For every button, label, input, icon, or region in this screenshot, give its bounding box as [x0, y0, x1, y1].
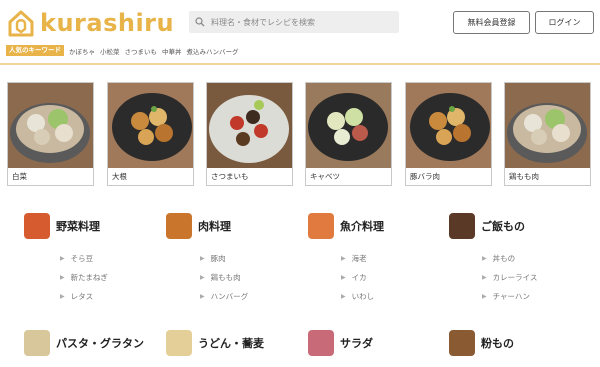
chevron-right-icon: ▶	[482, 293, 487, 300]
ingredient-card[interactable]: キャベツ	[305, 82, 392, 186]
chevron-right-icon: ▶	[341, 274, 346, 281]
search-icon	[189, 11, 211, 33]
category-title: ご飯もの	[481, 220, 525, 233]
kurashiru-logo[interactable]: kurashiru	[6, 8, 174, 38]
header-divider	[0, 63, 600, 65]
login-button[interactable]: ログイン	[535, 11, 594, 34]
register-button[interactable]: 無料会員登録	[453, 11, 530, 34]
subcategory-link[interactable]: ▶ 新たまねぎ	[60, 272, 108, 283]
keyword-list: かぼちゃ 小松菜 さつまいも 中華丼 煮込みハンバーグ	[69, 46, 244, 56]
category-seafood[interactable]: 魚介料理	[308, 213, 384, 239]
subcategory-link[interactable]: ▶ レタス	[60, 291, 93, 302]
keyword-link[interactable]: 煮込みハンバーグ	[187, 46, 239, 56]
chevron-right-icon: ▶	[60, 255, 65, 262]
category-meat[interactable]: 肉料理	[166, 213, 231, 239]
subcategory-link[interactable]: ▶ イカ	[341, 272, 367, 283]
category-thumbnail	[308, 213, 334, 239]
dish-photo	[8, 83, 93, 168]
chevron-right-icon: ▶	[482, 255, 487, 262]
category-pasta[interactable]: パスタ・グラタン	[24, 330, 144, 356]
popular-keywords-badge: 人気のキーワード	[6, 45, 64, 56]
logo-text: kurashiru	[40, 9, 175, 37]
card-label: さつまいも	[211, 172, 249, 181]
chevron-right-icon: ▶	[341, 255, 346, 262]
ingredient-card[interactable]: 豚バラ肉	[405, 82, 492, 186]
card-label: 豚バラ肉	[410, 172, 440, 181]
ingredient-card[interactable]: さつまいも	[206, 82, 293, 186]
category-thumbnail	[24, 213, 50, 239]
chevron-right-icon: ▶	[200, 293, 205, 300]
house-logo-icon	[8, 10, 34, 37]
dish-photo	[108, 83, 193, 168]
dish-photo	[207, 83, 292, 168]
category-thumbnail	[166, 330, 192, 356]
chevron-right-icon: ▶	[200, 274, 205, 281]
card-label: キャベツ	[310, 172, 340, 181]
category-thumbnail	[308, 330, 334, 356]
keyword-link[interactable]: さつまいも	[125, 46, 158, 56]
subcategory-link[interactable]: ▶ 鶏もも肉	[200, 272, 241, 283]
ingredient-card[interactable]: 鶏もも肉	[504, 82, 591, 186]
dish-photo	[306, 83, 391, 168]
subcategory-link[interactable]: ▶ カレーライス	[482, 272, 537, 283]
dish-photo	[505, 83, 590, 168]
dish-photo	[406, 83, 491, 168]
subcategory-link[interactable]: ▶ チャーハン	[482, 291, 530, 302]
subcategory-link[interactable]: ▶ そら豆	[60, 253, 93, 264]
keyword-link[interactable]: かぼちゃ	[69, 46, 95, 56]
ingredient-card[interactable]: 白菜	[7, 82, 94, 186]
search-bar[interactable]	[189, 11, 399, 33]
card-label: 大根	[112, 172, 127, 181]
category-vegetable[interactable]: 野菜料理	[24, 213, 100, 239]
category-thumbnail	[449, 213, 475, 239]
category-noodles[interactable]: うどん・蕎麦	[166, 330, 264, 356]
category-title: 粉もの	[481, 337, 514, 350]
category-title: 魚介料理	[340, 220, 384, 233]
site-header: kurashiru 無料会員登録 ログイン 人気のキーワード かぼちゃ 小松菜 …	[0, 0, 600, 62]
category-flour[interactable]: 粉もの	[449, 330, 514, 356]
keyword-link[interactable]: 小松菜	[100, 46, 120, 56]
popular-keywords: 人気のキーワード かぼちゃ 小松菜 さつまいも 中華丼 煮込みハンバーグ	[6, 45, 244, 56]
subcategory-link[interactable]: ▶ 豚肉	[200, 253, 226, 264]
chevron-right-icon: ▶	[341, 293, 346, 300]
card-label: 鶏もも肉	[509, 172, 539, 181]
ingredient-card[interactable]: 大根	[107, 82, 194, 186]
chevron-right-icon: ▶	[200, 255, 205, 262]
category-rice[interactable]: ご飯もの	[449, 213, 525, 239]
category-thumbnail	[166, 213, 192, 239]
category-thumbnail	[449, 330, 475, 356]
category-title: パスタ・グラタン	[56, 337, 144, 350]
category-salad[interactable]: サラダ	[308, 330, 373, 356]
category-title: 肉料理	[198, 220, 231, 233]
category-title: 野菜料理	[56, 220, 100, 233]
subcategory-link[interactable]: ▶ 海老	[341, 253, 367, 264]
chevron-right-icon: ▶	[482, 274, 487, 281]
category-title: サラダ	[340, 337, 373, 350]
featured-ingredients: 白菜 大根 さつまいも キャベツ 豚バラ肉 鶏もも肉	[7, 82, 597, 187]
keyword-link[interactable]: 中華丼	[162, 46, 182, 56]
category-thumbnail	[24, 330, 50, 356]
chevron-right-icon: ▶	[60, 274, 65, 281]
subcategory-link[interactable]: ▶ 丼もの	[482, 253, 515, 264]
card-label: 白菜	[12, 172, 27, 181]
subcategory-link[interactable]: ▶ ハンバーグ	[200, 291, 248, 302]
search-input[interactable]	[211, 17, 391, 27]
subcategory-link[interactable]: ▶ いわし	[341, 291, 374, 302]
category-title: うどん・蕎麦	[198, 337, 264, 350]
chevron-right-icon: ▶	[60, 293, 65, 300]
